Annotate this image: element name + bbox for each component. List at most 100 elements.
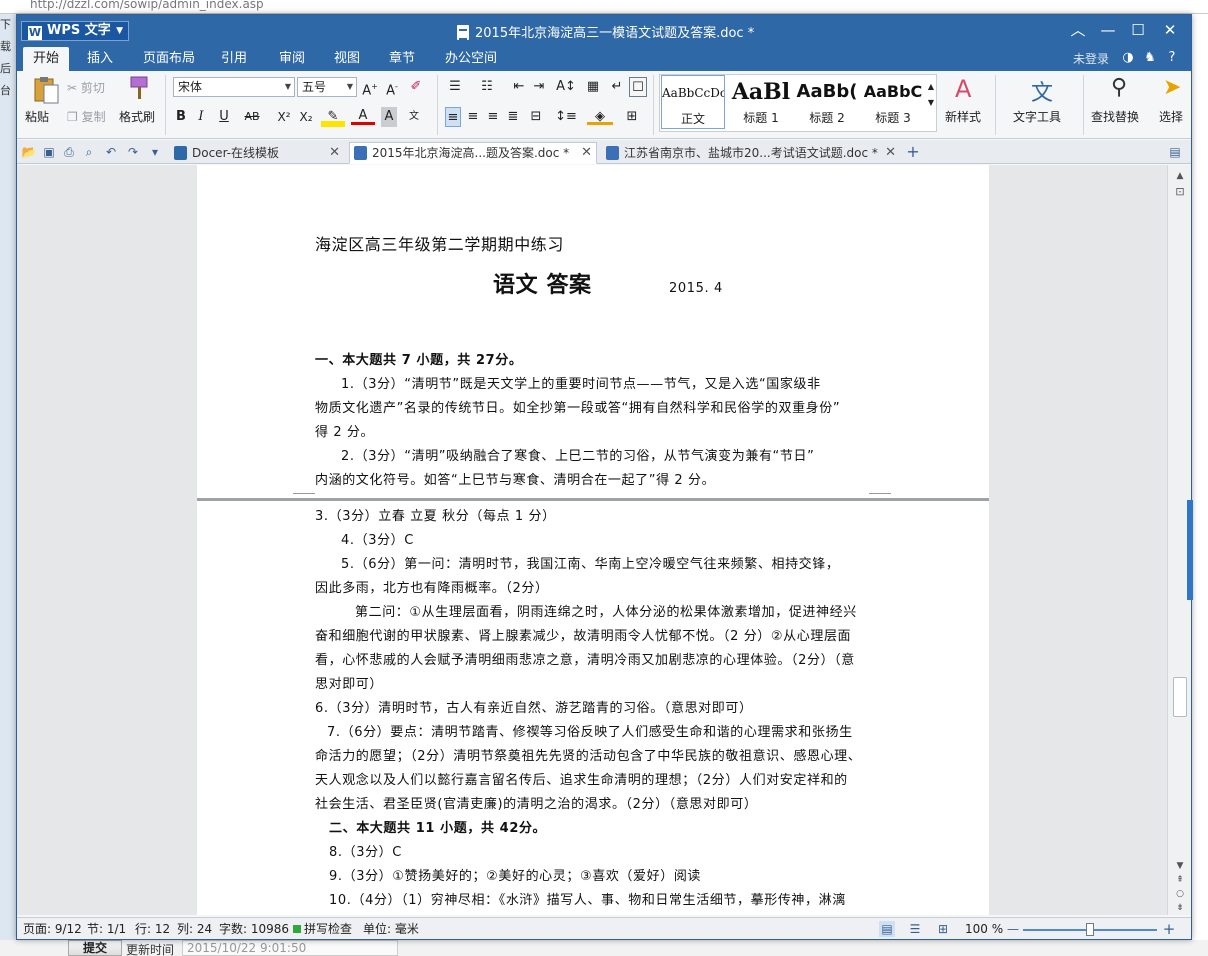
paste-icon[interactable] [31, 75, 61, 108]
tab-page-layout[interactable]: 页面布局 [133, 47, 205, 71]
help-icon[interactable]: ? [1163, 49, 1181, 67]
shading-icon[interactable]: ◈ [587, 107, 613, 125]
spell-check-toggle[interactable]: 拼写检查 [293, 918, 352, 940]
background-update-field[interactable]: 2015/10/22 9:01:50 [182, 940, 398, 956]
doc-tab-haidian[interactable]: 2015年北京海淀高...题及答案.doc * ✕ [349, 142, 597, 164]
format-painter-button[interactable]: 格式刷 [119, 108, 155, 125]
superscript-icon[interactable]: X² [275, 107, 293, 127]
phonetic-guide-icon[interactable]: 文 [403, 107, 425, 127]
save-icon[interactable]: ▣ [41, 144, 57, 160]
italic-icon[interactable]: I [193, 107, 209, 127]
doc-tab-jiangsu[interactable]: 江苏省南京市、盐城市20...考试语文试题.doc * ✕ [601, 142, 901, 164]
font-color-icon[interactable]: A [351, 107, 375, 125]
border-icon[interactable]: ⊞ [621, 107, 643, 127]
customize-toolbar-icon[interactable]: ▾ [147, 144, 163, 160]
show-hide-icon[interactable]: ☐ [629, 77, 647, 97]
close-icon[interactable]: ✕ [581, 143, 592, 163]
align-left-icon[interactable]: ≡ [445, 107, 461, 127]
tab-view[interactable]: 视图 [324, 47, 370, 71]
align-center-icon[interactable]: ≡ [465, 107, 481, 127]
table-icon[interactable]: ▦ [585, 77, 601, 97]
subscript-icon[interactable]: X₂ [297, 107, 315, 127]
select-button[interactable]: 选择 [1159, 108, 1183, 125]
app-menu-button[interactable]: W WPS 文字 ▼ [21, 21, 129, 41]
zoom-slider-knob[interactable] [1086, 923, 1094, 936]
open-icon[interactable]: 📂 [21, 144, 37, 160]
background-submit-button[interactable]: 提交 [68, 940, 122, 956]
side-panel-handle[interactable] [1187, 500, 1193, 600]
style-heading-1[interactable]: AaBl 标题 1 [729, 75, 793, 129]
tab-home[interactable]: 开始 [23, 47, 70, 71]
tab-references[interactable]: 引用 [211, 47, 257, 71]
paste-button[interactable]: 粘贴 [25, 108, 49, 125]
cut-button[interactable]: ✂ 剪切 [67, 79, 105, 96]
status-unit[interactable]: 单位: 毫米 [363, 918, 419, 940]
doc-tab-docer[interactable]: Docer-在线模板 ✕ [169, 142, 345, 164]
font-size-combo[interactable]: 五号 ▼ [297, 77, 357, 97]
web-view-icon[interactable]: ⊞ [935, 921, 951, 937]
zoom-out-icon[interactable]: — [1005, 921, 1021, 937]
scroll-down-icon[interactable]: ▼ [1172, 859, 1188, 873]
style-heading-3[interactable]: AaBbC 标题 3 [861, 75, 925, 129]
close-button[interactable]: ✕ [1159, 19, 1181, 41]
justify-icon[interactable]: ≣ [505, 107, 521, 127]
shrink-font-icon[interactable]: A- [383, 77, 401, 98]
find-replace-button[interactable]: 查找替换 [1091, 108, 1139, 125]
document-page[interactable]: 海淀区高三年级第二学期期中练习 语文 答案 2015. 4 一、本大题共 7 小… [197, 165, 989, 499]
document-page[interactable]: 3.（3分）立春 立夏 秋分（每点 1 分） 4.（3分）C 5.（6分）第一问… [197, 501, 989, 915]
style-normal[interactable]: AaBbCcDc 正文 [661, 75, 725, 129]
text-tools-icon[interactable]: 文 [1031, 75, 1053, 107]
text-tools-button[interactable]: 文字工具 [1013, 108, 1061, 125]
new-style-icon[interactable]: A [955, 75, 971, 103]
scroll-up-icon[interactable]: ▲ [1172, 169, 1188, 183]
format-painter-icon[interactable] [127, 75, 153, 106]
bold-icon[interactable]: B [173, 107, 189, 127]
binoculars-icon[interactable]: ⚲ [1111, 75, 1127, 100]
shirt-icon[interactable]: ♞ [1141, 49, 1159, 67]
style-heading-2[interactable]: AaBb( 标题 2 [795, 75, 859, 129]
zoom-level[interactable]: 100 % [965, 918, 1003, 940]
style-scroll-down-icon[interactable]: ▼ [925, 93, 937, 113]
page-view-icon[interactable]: ▤ [879, 921, 895, 937]
tab-insert[interactable]: 插入 [77, 47, 123, 71]
next-page-icon[interactable]: ⇟ [1172, 901, 1188, 915]
decrease-indent-icon[interactable]: ⇤ [511, 77, 527, 97]
undo-icon[interactable]: ↶ [103, 144, 119, 160]
login-status[interactable]: 未登录 [1073, 50, 1109, 67]
minimize-button[interactable]: — [1097, 19, 1119, 41]
line-spacing-icon[interactable]: ↕≡ [553, 107, 579, 127]
paragraph-mark-icon[interactable]: ↵ [609, 77, 625, 97]
clear-format-icon[interactable]: ✐ [407, 77, 425, 97]
text-direction-icon[interactable]: A↕ [555, 77, 577, 97]
status-page[interactable]: 页面: 9/12 [23, 918, 82, 940]
status-words[interactable]: 字数: 10986 [219, 918, 289, 940]
increase-indent-icon[interactable]: ⇥ [531, 77, 547, 97]
scroll-page-icon[interactable]: ⊡ [1172, 185, 1188, 199]
strikethrough-icon[interactable]: AB [239, 107, 265, 127]
outline-view-icon[interactable]: ☰ [907, 921, 923, 937]
scroll-thumb[interactable] [1173, 677, 1187, 717]
grow-font-icon[interactable]: A+ [361, 77, 379, 98]
maximize-button[interactable]: ☐ [1127, 19, 1149, 41]
print-icon[interactable]: ⎙ [61, 144, 77, 160]
distribute-icon[interactable]: ⊟ [527, 107, 545, 127]
new-style-button[interactable]: 新样式 [945, 108, 981, 125]
select-icon[interactable]: ➤ [1163, 75, 1181, 100]
numbering-icon[interactable]: ☷ [475, 77, 499, 97]
tab-office-space[interactable]: 办公空间 [435, 47, 507, 71]
prev-page-icon[interactable]: ⇞ [1172, 873, 1188, 887]
highlight-icon[interactable]: ✎ [321, 107, 345, 127]
align-right-icon[interactable]: ≡ [485, 107, 501, 127]
underline-icon[interactable]: U [213, 107, 235, 127]
skin-icon[interactable]: ◑ [1119, 49, 1137, 67]
close-icon[interactable]: ✕ [329, 143, 340, 163]
copy-button[interactable]: ❐ 复制 [67, 108, 106, 125]
tab-review[interactable]: 审阅 [269, 47, 315, 71]
tab-chapter[interactable]: 章节 [379, 47, 425, 71]
zoom-in-icon[interactable]: + [1161, 921, 1177, 937]
browse-object-icon[interactable]: ○ [1172, 887, 1188, 901]
collapse-ribbon-icon[interactable]: ︿ [1067, 19, 1089, 41]
char-shading-icon[interactable]: A [381, 107, 397, 127]
close-icon[interactable]: ✕ [885, 143, 896, 163]
document-workspace[interactable]: 海淀区高三年级第二学期期中练习 语文 答案 2015. 4 一、本大题共 7 小… [17, 165, 1167, 915]
